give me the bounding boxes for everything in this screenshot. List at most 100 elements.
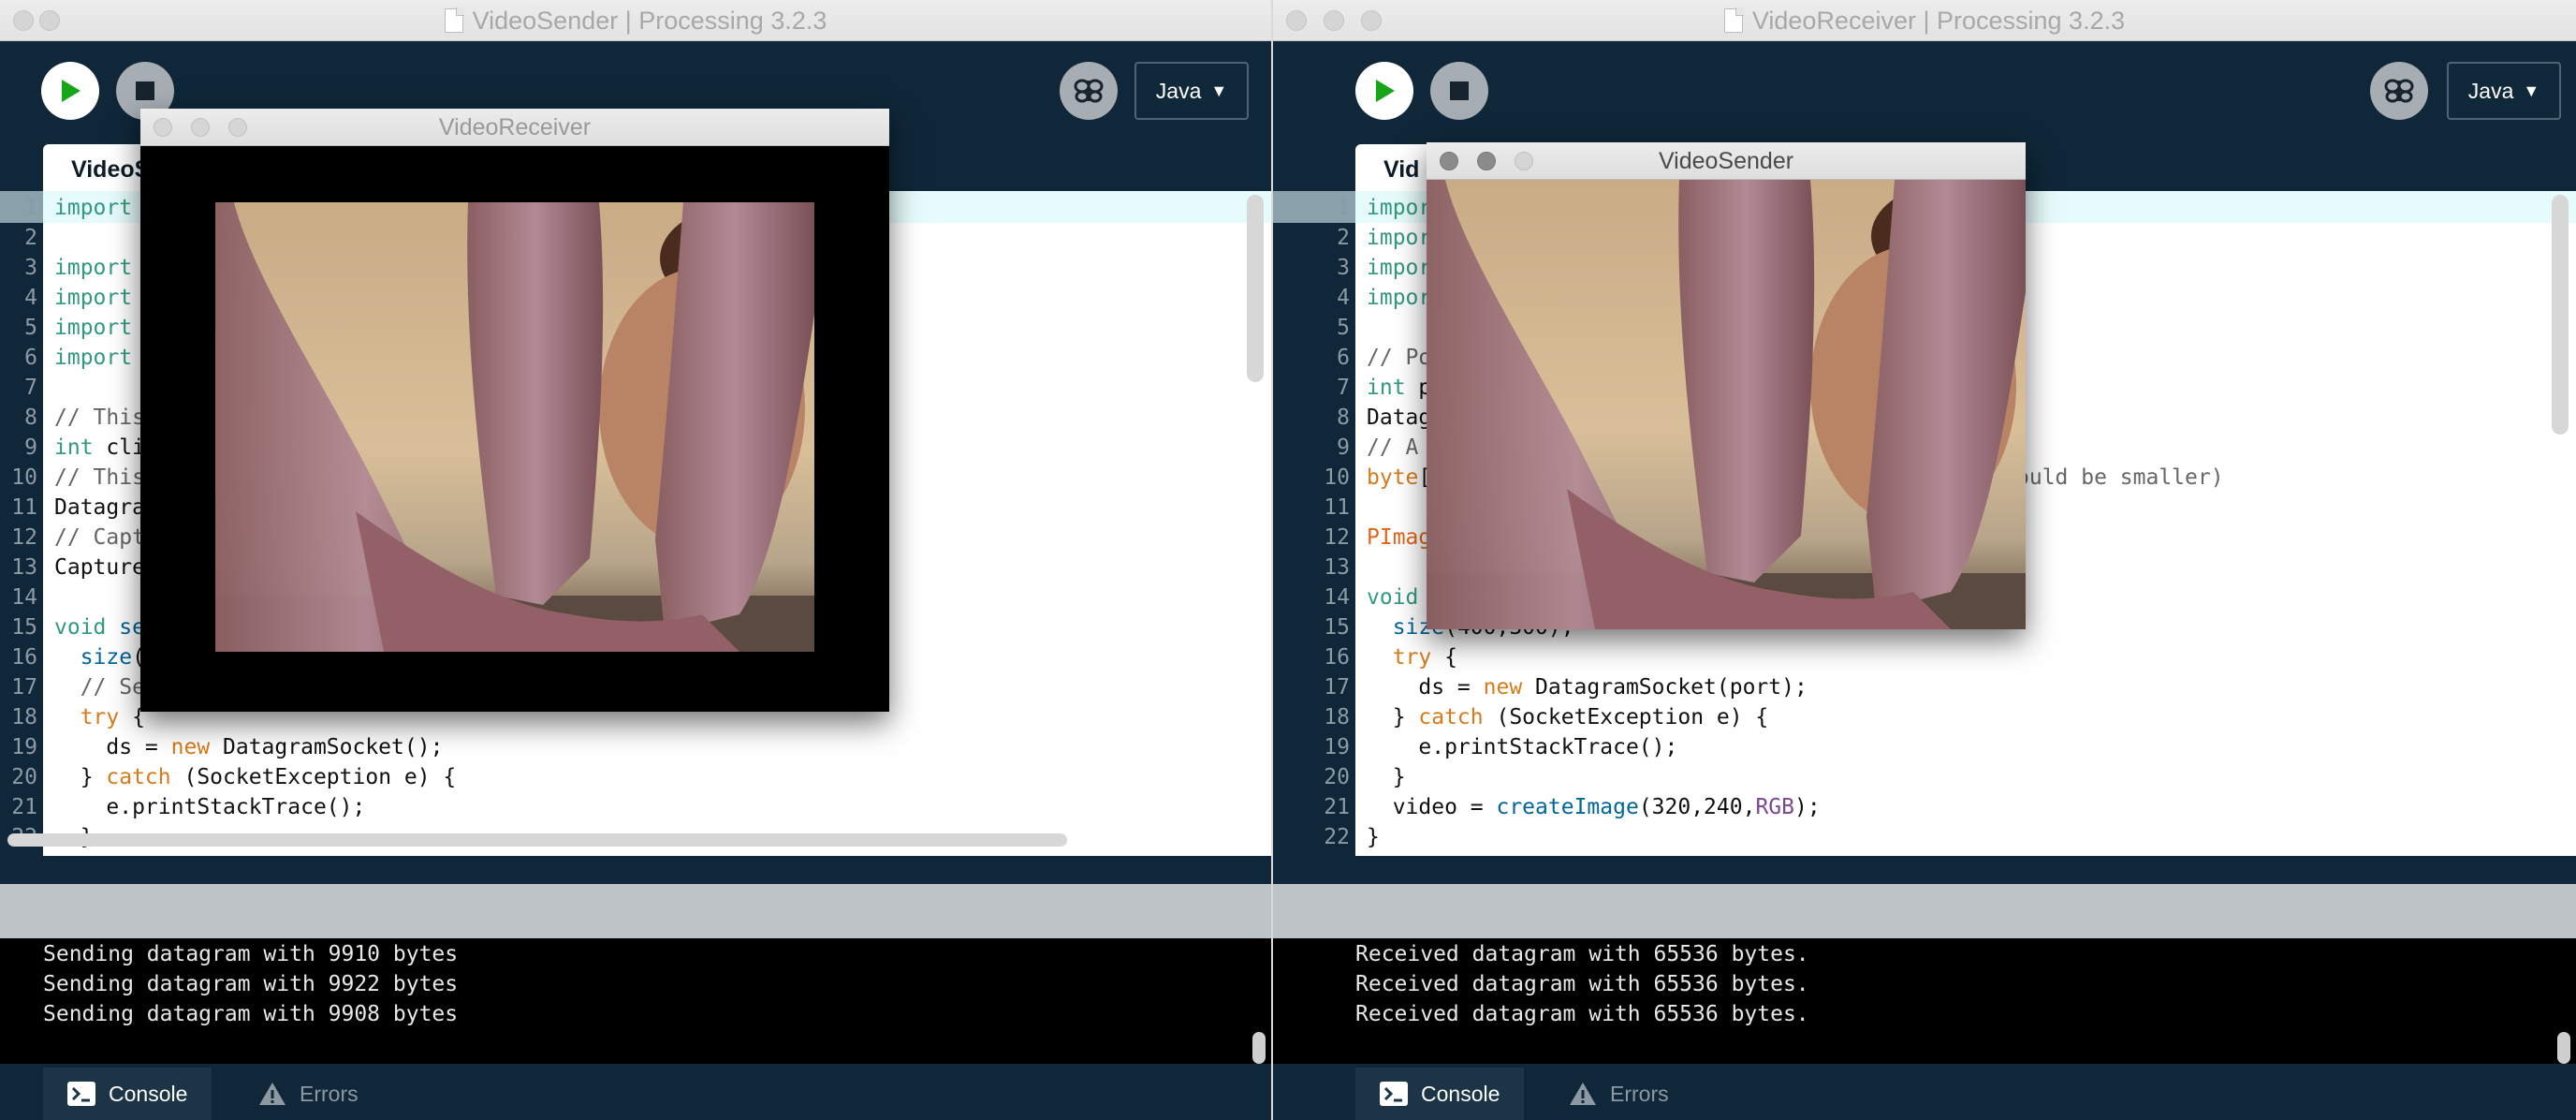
code-token: impor (1367, 226, 1432, 250)
code-token: Capture (54, 555, 145, 580)
line-number: 3 (24, 256, 37, 280)
code-token: import (54, 286, 133, 310)
run-button[interactable] (1355, 62, 1413, 120)
line-number: 6 (1337, 346, 1350, 370)
code-token: } (54, 765, 107, 789)
line-code: } catch (SocketException e) { (1367, 702, 1769, 732)
console-line: Received datagram with 65536 bytes. (1355, 972, 1809, 996)
line-code: import (54, 193, 132, 223)
code-token: { (1431, 645, 1457, 670)
mode-selector[interactable]: Java ▼ (2447, 62, 2561, 120)
line-number: 22 (1324, 825, 1350, 849)
code-token: new (1483, 675, 1523, 700)
line-code: e.printStackTrace(); (54, 792, 365, 822)
line-code: PImag (1367, 523, 1431, 553)
code-line: 16 try { (1273, 642, 2576, 672)
butterfly-icon (1074, 79, 1104, 103)
vertical-scrollbar[interactable] (1247, 195, 1264, 382)
code-token: void (54, 615, 107, 640)
code-token: impor (1367, 286, 1432, 310)
run-button[interactable] (41, 62, 99, 120)
code-line: 19 e.printStackTrace(); (1273, 732, 2576, 762)
code-token: } (1367, 765, 1406, 789)
line-code: import (54, 283, 132, 313)
code-line: 21 e.printStackTrace(); (0, 792, 1271, 822)
vertical-scrollbar[interactable] (2552, 195, 2569, 435)
stop-icon (1450, 81, 1469, 100)
tab-console[interactable]: Console (43, 1068, 212, 1120)
window-title: VideoReceiver | Processing 3.2.3 (1751, 6, 2126, 35)
line-code: // Se (54, 672, 145, 702)
code-token: DatagramSocket(); (210, 735, 444, 759)
debugger-button[interactable] (1060, 62, 1118, 120)
code-token: impor (1367, 196, 1432, 220)
console-output: Sending datagram with 9910 bytes Sending… (0, 938, 1271, 1064)
line-number: 11 (11, 495, 37, 520)
sketch-canvas (140, 146, 889, 712)
code-token: catch (1418, 705, 1484, 729)
code-token: (SocketException e) { (1483, 705, 1769, 729)
horizontal-scrollbar[interactable] (7, 833, 1067, 847)
console-scrollbar[interactable] (2557, 1032, 2570, 1064)
line-number: 21 (11, 795, 37, 819)
tab-errors[interactable]: Errors (234, 1068, 383, 1120)
line-number: 19 (1324, 735, 1350, 759)
line-code: ds = new DatagramSocket(port); (1367, 672, 1807, 702)
code-line: 17 ds = new DatagramSocket(port); (1273, 672, 2576, 702)
code-token: PImag (1367, 525, 1432, 550)
line-number: 13 (1324, 555, 1350, 580)
code-line: 18 } catch (SocketException e) { (1273, 702, 2576, 732)
code-token: } (1367, 825, 1380, 849)
console-scrollbar[interactable] (1252, 1032, 1266, 1064)
line-number: 4 (24, 286, 37, 310)
line-number: 14 (11, 585, 37, 610)
line-code: import (54, 343, 132, 373)
code-token: } (1367, 705, 1419, 729)
code-token: createImage (1496, 795, 1639, 819)
tab-errors[interactable]: Errors (1544, 1068, 1693, 1120)
line-code: // Capt (54, 523, 145, 553)
line-number: 3 (1337, 256, 1350, 280)
line-code: ds = new DatagramSocket(); (54, 732, 443, 762)
code-line: 22} (1273, 822, 2576, 852)
code-token: video = (1367, 795, 1497, 819)
line-code: video = createImage(320,240,RGB); (1367, 792, 1821, 822)
mode-selector[interactable]: Java ▼ (1134, 62, 1249, 120)
code-line: 21 video = createImage(320,240,RGB); (1273, 792, 2576, 822)
code-token: size (54, 645, 133, 670)
line-number: 5 (1337, 316, 1350, 340)
butterfly-icon (2384, 79, 2414, 103)
line-number: 19 (11, 735, 37, 759)
code-comment-tail: ould be smaller) (2016, 465, 2224, 490)
play-icon (1376, 80, 1395, 102)
sketch-titlebar: VideoSender (1427, 142, 2026, 180)
videoreceiver-sketch-window[interactable]: VideoReceiver (140, 109, 889, 712)
debugger-button[interactable] (2370, 62, 2428, 120)
line-number: 2 (24, 226, 37, 250)
sketch-title: VideoReceiver (438, 113, 592, 140)
line-number: 17 (1324, 675, 1350, 700)
line-code: byte[ (1367, 463, 1431, 493)
code-line: 19 ds = new DatagramSocket(); (0, 732, 1271, 762)
line-code: // This (54, 403, 145, 433)
sketch-canvas (1427, 180, 2026, 629)
videosender-sketch-window[interactable]: VideoSender (1427, 142, 2026, 629)
line-number: 16 (11, 645, 37, 670)
console-line: Sending datagram with 9922 bytes (43, 972, 459, 996)
code-token: // Po (1367, 346, 1432, 370)
line-number: 4 (1337, 286, 1350, 310)
line-number: 10 (11, 465, 37, 490)
console-tabs: Console Errors (1273, 1064, 2576, 1120)
code-line: 20 } catch (SocketException e) { (0, 762, 1271, 792)
line-code: // A (1367, 433, 1418, 463)
code-token: e.printStackTrace(); (54, 795, 366, 819)
code-token: Datagra (54, 495, 145, 520)
line-code: } catch (SocketException e) { (54, 762, 457, 792)
tab-console[interactable]: Console (1355, 1068, 1525, 1120)
line-code: impor (1367, 193, 1431, 223)
code-token: ds = (1367, 675, 1484, 700)
stop-button[interactable] (1430, 62, 1488, 120)
line-number: 18 (11, 705, 37, 729)
video-frame (1427, 180, 2026, 629)
line-code: try { (54, 702, 145, 732)
